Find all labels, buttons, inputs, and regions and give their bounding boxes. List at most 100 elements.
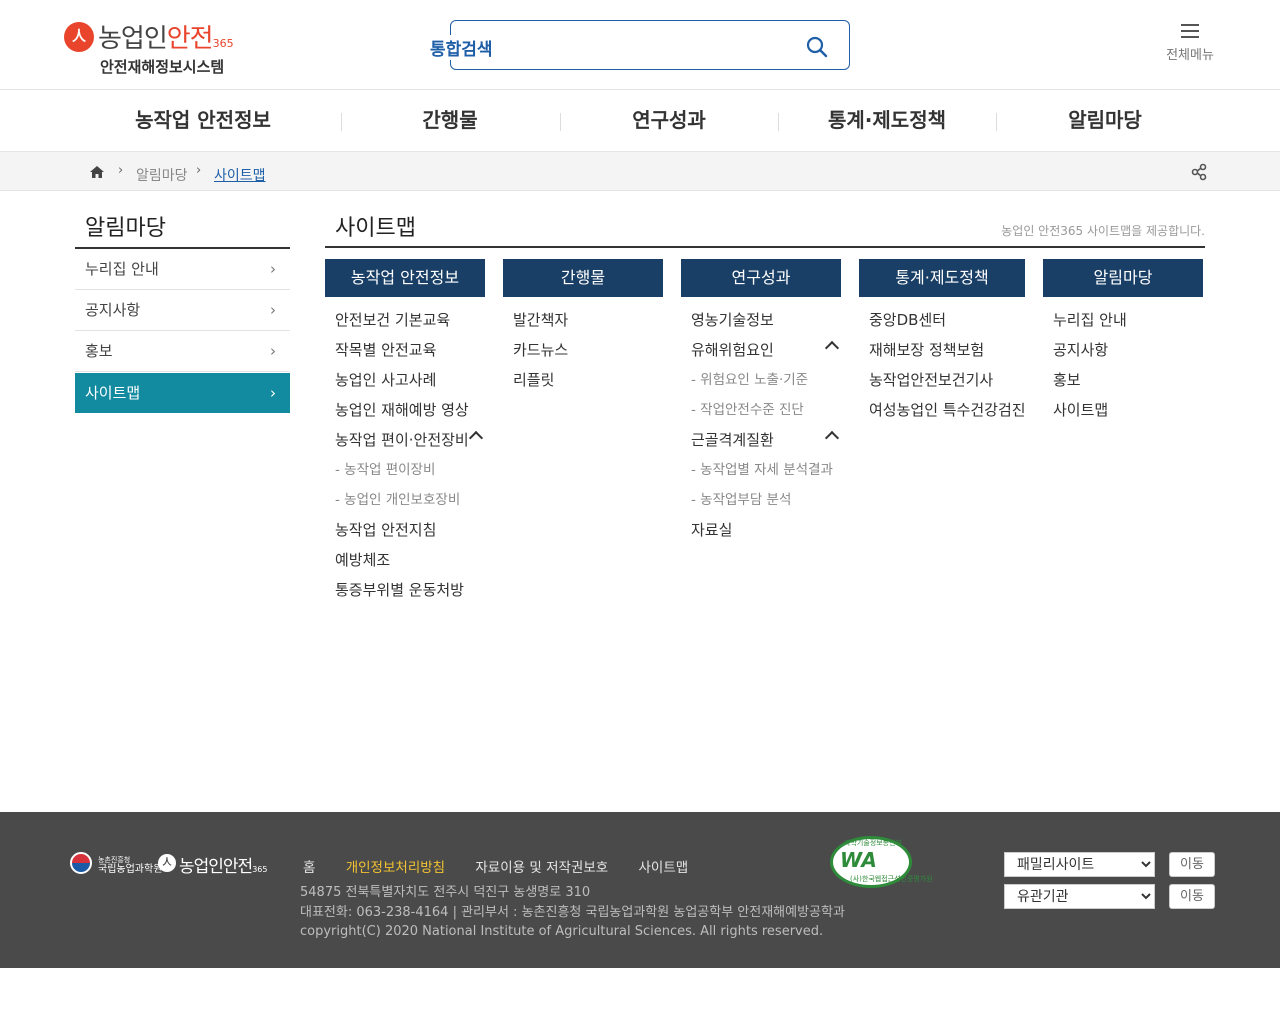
logo-title-part2: 안전 xyxy=(166,24,214,54)
chevron-up-icon[interactable] xyxy=(824,340,840,356)
sitemap-link-label: 근골격계질환 xyxy=(691,431,774,449)
search-input[interactable] xyxy=(450,20,850,70)
related-org-select[interactable]: 유관기관 xyxy=(1004,884,1155,909)
sitemap-column-research: 연구성과 영농기술정보 유해위험요인 - 위험요인 노출·기준 - 작업안전수준… xyxy=(681,259,841,545)
sitemap-sublink[interactable]: - 농업인 개인보호장비 xyxy=(335,485,485,515)
sitemap-column-header[interactable]: 연구성과 xyxy=(681,259,841,297)
chevron-right-icon: › xyxy=(270,301,276,319)
sitemap-link-expandable[interactable]: 근골격계질환 xyxy=(691,425,841,455)
sitemap-sublink[interactable]: - 농작업별 자세 분석결과 xyxy=(691,455,841,485)
chevron-right-icon: › xyxy=(118,163,124,178)
gnb-item-farm-safety[interactable]: 농작업 안전정보 xyxy=(94,91,312,151)
rda-logo: 농촌진흥청 국립농업과학원 xyxy=(70,852,162,878)
lnb-item-label: 공지사항 xyxy=(85,301,141,319)
sitemap-link[interactable]: 발간책자 xyxy=(513,305,663,335)
site-footer: 농촌진흥청 국립농업과학원 人 농업인안전365 홈 개인정보처리방침 자료이용 … xyxy=(0,812,1280,968)
gnb-item-statistics[interactable]: 통계·제도정책 xyxy=(778,91,996,151)
sitemap-link[interactable]: 농작업안전보건기사 xyxy=(869,365,1025,395)
sitemap-column-statistics: 통계·제도정책 중앙DB센터 재해보장 정책보험 농작업안전보건기사 여성농업인… xyxy=(859,259,1026,425)
sitemap-link[interactable]: 농업인 재해예방 영상 xyxy=(335,395,485,425)
sitemap-link-expandable[interactable]: 유해위험요인 xyxy=(691,335,841,365)
chevron-right-icon: › xyxy=(270,260,276,278)
sitemap-link[interactable]: 농업인 사고사례 xyxy=(335,365,485,395)
sitemap-link[interactable]: 영농기술정보 xyxy=(691,305,841,335)
lnb-title: 알림마당 xyxy=(75,210,290,249)
lnb-item-site-guide[interactable]: 누리집 안내 › xyxy=(75,249,290,290)
sitemap-link[interactable]: 농작업 안전지침 xyxy=(335,515,485,545)
lnb-item-sitemap[interactable]: 사이트맵 › xyxy=(75,373,290,413)
home-icon[interactable] xyxy=(90,166,104,178)
sitemap-column-header[interactable]: 간행물 xyxy=(503,259,663,297)
site-logo[interactable]: 人 농업인안전365 안전재해정보시스템 xyxy=(64,14,264,78)
footer-site-logo: 人 농업인안전365 xyxy=(158,850,268,880)
sitemap-link[interactable]: 홍보 xyxy=(1053,365,1203,395)
lnb-item-notices[interactable]: 공지사항 › xyxy=(75,290,290,331)
site-header: 人 농업인안전365 안전재해정보시스템 통합검색 전체메뉴 xyxy=(0,0,1280,90)
sitemap-link[interactable]: 리플릿 xyxy=(513,365,663,395)
global-navigation: 농작업 안전정보 간행물 연구성과 통계·제도정책 알림마당 xyxy=(0,91,1280,151)
chevron-up-icon[interactable] xyxy=(468,430,484,446)
share-icon[interactable] xyxy=(1190,163,1208,181)
footer-links: 홈 개인정보처리방침 자료이용 및 저작권보호 사이트맵 xyxy=(303,856,714,876)
logo-title: 농업인안전365 xyxy=(98,18,234,55)
sitemap-sublink[interactable]: - 작업안전수준 진단 xyxy=(691,395,841,425)
sitemap-link[interactable]: 여성농업인 특수건강검진 xyxy=(869,395,1026,425)
sitemap-sublink[interactable]: - 위험요인 노출·기준 xyxy=(691,365,841,395)
gnb-item-research[interactable]: 연구성과 xyxy=(560,91,778,151)
sitemap-column-header[interactable]: 농작업 안전정보 xyxy=(325,259,485,297)
sitemap-link[interactable]: 자료실 xyxy=(691,515,841,545)
footer-link-sitemap[interactable]: 사이트맵 xyxy=(638,860,688,876)
page-description: 농업인 안전365 사이트맵을 제공합니다. xyxy=(1001,224,1205,238)
footer-address: 54875 전북특별자치도 전주시 덕진구 농생명로 310 xyxy=(300,885,591,900)
breadcrumb-item-notice[interactable]: 알림마당 xyxy=(136,165,188,185)
all-menu-label: 전체메뉴 xyxy=(1166,48,1214,63)
sitemap-link[interactable]: 사이트맵 xyxy=(1053,395,1203,425)
sitemap-link[interactable]: 중앙DB센터 xyxy=(869,305,1025,335)
logo-title-part1: 농업인 xyxy=(98,24,168,54)
sitemap-link[interactable]: 작목별 안전교육 xyxy=(335,335,485,365)
sitemap-column-farm-safety: 농작업 안전정보 안전보건 기본교육 작목별 안전교육 농업인 사고사례 농업인… xyxy=(325,259,485,605)
footer-link-home[interactable]: 홈 xyxy=(303,860,315,876)
chevron-right-icon: › xyxy=(196,163,202,178)
lnb-item-promotion[interactable]: 홍보 › xyxy=(75,331,290,372)
sitemap-link[interactable]: 예방체조 xyxy=(335,545,485,575)
footer-address-block: 54875 전북특별자치도 전주시 덕진구 농생명로 310 대표전화: 063… xyxy=(300,883,845,942)
gnb-item-notice[interactable]: 알림마당 xyxy=(996,91,1214,151)
hamburger-icon xyxy=(1181,24,1199,38)
local-navigation: 누리집 안내 › 공지사항 › 홍보 › 사이트맵 › xyxy=(75,249,290,413)
all-menu-button[interactable]: 전체메뉴 xyxy=(1160,22,1220,72)
sitemap-link[interactable]: 재해보장 정책보험 xyxy=(869,335,1025,365)
lnb-item-label: 홍보 xyxy=(85,342,113,360)
gnb-item-publications[interactable]: 간행물 xyxy=(341,91,559,151)
sitemap-link[interactable]: 통증부위별 운동처방 xyxy=(335,575,485,605)
family-site-select[interactable]: 패밀리사이트 xyxy=(1004,852,1155,877)
breadcrumb-item-sitemap[interactable]: 사이트맵 xyxy=(214,165,266,185)
sitemap-column-header[interactable]: 통계·제도정책 xyxy=(859,259,1025,297)
sitemap-link[interactable]: 안전보건 기본교육 xyxy=(335,305,485,335)
logo-title-number: 365 xyxy=(212,37,234,50)
search-label: 통합검색 xyxy=(430,35,495,60)
sitemap-sublink[interactable]: - 농작업부담 분석 xyxy=(691,485,841,515)
related-org-go-button[interactable]: 이동 xyxy=(1169,884,1215,909)
wa-mark-bottom-text: (사)한국웹접근성인증평가원 xyxy=(850,875,933,883)
sitemap-link[interactable]: 공지사항 xyxy=(1053,335,1203,365)
sitemap-column-list: 안전보건 기본교육 작목별 안전교육 농업인 사고사례 농업인 재해예방 영상 … xyxy=(325,305,485,605)
logo-mark-icon: 人 xyxy=(158,854,176,872)
footer-logo-text: 농업인안전365 xyxy=(179,857,268,877)
sitemap-link[interactable]: 누리집 안내 xyxy=(1053,305,1203,335)
sitemap-column-header[interactable]: 알림마당 xyxy=(1043,259,1203,297)
sitemap-column-list: 누리집 안내 공지사항 홍보 사이트맵 xyxy=(1043,305,1203,425)
sitemap-column-list: 발간책자 카드뉴스 리플릿 xyxy=(503,305,663,395)
footer-link-copyright[interactable]: 자료이용 및 저작권보호 xyxy=(475,860,608,876)
content-header: 사이트맵 농업인 안전365 사이트맵을 제공합니다. xyxy=(325,210,1205,248)
sitemap-link-expandable[interactable]: 농작업 편이·안전장비 xyxy=(335,425,485,455)
sitemap-link[interactable]: 카드뉴스 xyxy=(513,335,663,365)
sitemap-sublink[interactable]: - 농작업 편이장비 xyxy=(335,455,485,485)
search-icon[interactable] xyxy=(806,36,828,58)
family-site-go-button[interactable]: 이동 xyxy=(1169,852,1215,877)
chevron-right-icon: › xyxy=(270,384,276,402)
footer-link-privacy[interactable]: 개인정보처리방침 xyxy=(346,860,445,876)
taegeuk-icon xyxy=(70,852,92,874)
sitemap-column-list: 영농기술정보 유해위험요인 - 위험요인 노출·기준 - 작업안전수준 진단 근… xyxy=(681,305,841,545)
chevron-up-icon[interactable] xyxy=(824,430,840,446)
